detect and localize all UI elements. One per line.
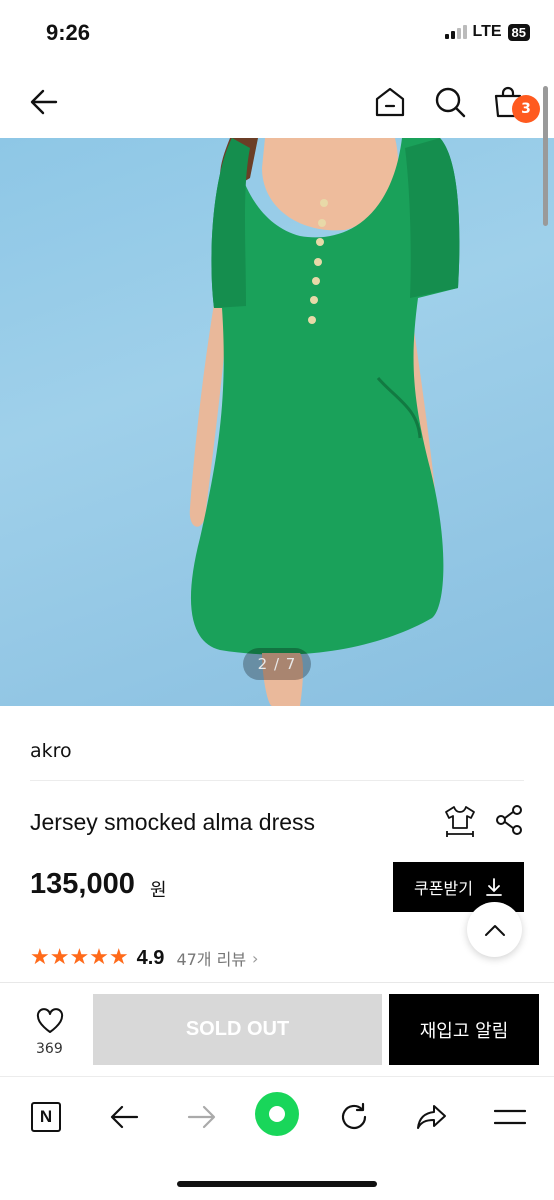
status-indicators: LTE 85 [444,23,530,41]
scrollbar[interactable] [543,86,548,226]
product-price: 135,000 [30,868,135,900]
heart-icon [36,1008,64,1033]
green-dot-button[interactable] [254,1091,300,1137]
back-button[interactable] [26,84,62,120]
refresh-button[interactable] [332,1095,376,1139]
browser-forward-button[interactable] [180,1095,224,1139]
product-title: Jersey smocked alma dress [30,809,316,835]
cart-count-badge: 3 [512,95,540,123]
price-unit: 원 [150,880,167,901]
naver-home-button[interactable]: N [24,1095,68,1139]
home-icon [375,87,405,117]
signal-icon [444,25,467,39]
share-icon [496,805,522,835]
network-label: LTE [472,23,502,40]
divider [30,780,524,781]
sold-out-button: SOLD OUT [93,994,382,1065]
naver-n-icon: N [31,1102,61,1132]
browser-share-button[interactable] [410,1095,454,1139]
brand-name[interactable]: akro [30,740,72,762]
share-button[interactable] [495,804,525,836]
like-button[interactable] [32,1008,68,1038]
like-count: 369 [36,1041,63,1057]
share-arrow-icon [417,1105,446,1129]
scroll-top-button[interactable] [467,902,522,957]
arrow-right-icon [187,1105,216,1129]
restock-alert-button[interactable]: 재입고 알림 [389,994,539,1065]
size-guide-icon [445,806,475,837]
app-header [0,68,554,138]
arrow-left-icon [110,1105,139,1129]
image-counter: 2 / 7 [243,648,311,680]
purchase-action-bar: 369 SOLD OUT 재입고 알림 [0,982,554,1076]
status-time: 9:26 [46,20,91,45]
browser-back-button[interactable] [102,1095,146,1139]
dress-photo [189,138,460,706]
search-icon [435,87,466,118]
battery-icon: 85 [507,23,530,41]
menu-icon [494,1109,526,1125]
browser-menu-button[interactable] [488,1095,532,1139]
size-guide-button[interactable] [444,804,476,838]
status-bar: 9:26 LTE 85 [0,0,554,68]
rating-value: 4.9 [136,946,165,969]
home-button[interactable] [372,84,408,120]
chevron-right-icon: › [252,948,259,968]
chevron-up-icon [484,924,505,936]
arrow-left-icon [30,89,58,115]
review-count-link[interactable]: 47개 리뷰 [176,946,246,970]
refresh-icon [341,1102,367,1130]
download-icon [486,878,502,896]
home-indicator [177,1181,377,1187]
naver-n-label: N [39,1107,53,1126]
star-rating-icon: ★★★★★ [30,945,129,970]
coupon-label: 쿠폰받기 [414,879,473,898]
rating-row[interactable]: ★★★★★ 4.9 47개 리뷰 › [30,945,258,971]
product-image[interactable] [0,138,554,706]
green-dot-icon [255,1092,299,1136]
search-button[interactable] [432,84,468,120]
